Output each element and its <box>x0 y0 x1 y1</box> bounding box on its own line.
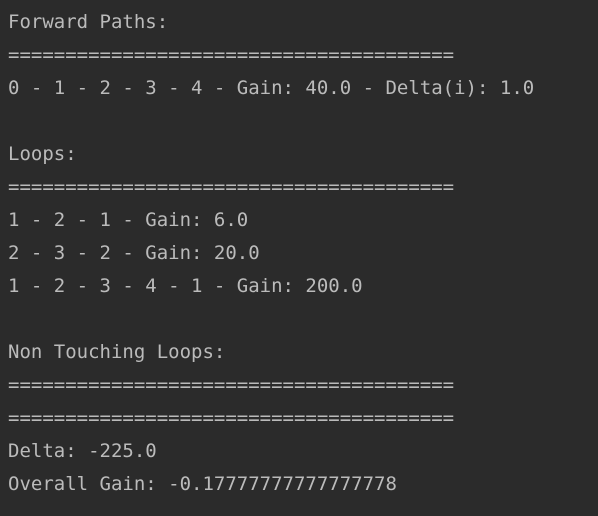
loop-row: 2 - 3 - 2 - Gain: 20.0 <box>8 242 260 264</box>
loop-row: 1 - 2 - 3 - 4 - 1 - Gain: 200.0 <box>8 275 363 297</box>
forward-path-row: 0 - 1 - 2 - 3 - 4 - Gain: 40.0 - Delta(i… <box>8 77 535 99</box>
separator-line: ======================================= <box>8 374 455 396</box>
forward-paths-heading: Forward Paths: <box>8 11 169 33</box>
separator-line: ======================================= <box>8 44 455 66</box>
loop-row: 1 - 2 - 1 - Gain: 6.0 <box>8 209 249 231</box>
separator-line: ======================================= <box>8 176 455 198</box>
console-output[interactable]: Forward Paths: =========================… <box>0 0 598 516</box>
non-touching-loops-heading: Non Touching Loops: <box>8 341 226 363</box>
overall-gain-value: Overall Gain: -0.17777777777777778 <box>8 473 397 495</box>
loops-heading: Loops: <box>8 143 77 165</box>
delta-value: Delta: -225.0 <box>8 440 157 462</box>
separator-line: ======================================= <box>8 407 455 429</box>
